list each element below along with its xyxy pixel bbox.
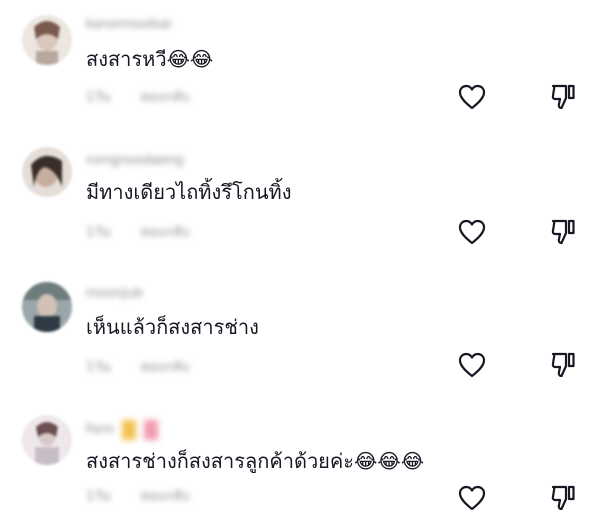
- decorative-emoji-icon: [144, 420, 159, 440]
- dislike-button[interactable]: [547, 216, 579, 248]
- avatar[interactable]: [22, 282, 72, 332]
- comment-text: เห็นแล้วก็สงสารช่าง: [86, 315, 259, 339]
- comment-text: สงสารช่างก็สงสารลูกค้าด้วยค่ะ😂😂😂: [86, 449, 425, 473]
- avatar[interactable]: [22, 15, 72, 65]
- comment-username[interactable]: nongnoodaeng: [86, 154, 184, 168]
- like-button[interactable]: [456, 482, 488, 514]
- comment-time: 1วัน: [86, 90, 111, 105]
- thumbs-down-outline-icon: [551, 219, 575, 245]
- comment-username-text[interactable]: Fern: [86, 423, 114, 438]
- reply-button[interactable]: ตอบกลับ: [141, 90, 190, 105]
- comment-text: มีทางเดียวไถทิ้งรึโกนทิ้ง: [86, 180, 292, 204]
- comment-item: moonjub เห็นแล้วก็สงสารช่าง 1วัน ตอบกลับ: [0, 270, 600, 400]
- comment-item: nongnoodaeng มีทางเดียวไถทิ้งรึโกนทิ้ง 1…: [0, 135, 600, 265]
- reply-button[interactable]: ตอบกลับ: [141, 489, 190, 504]
- reply-button[interactable]: ตอบกลับ: [141, 360, 190, 375]
- comment-item: kanomsodsai สงสารหวี😂😂 1วัน ตอบกลับ: [0, 0, 600, 130]
- comment-meta: 1วัน ตอบกลับ: [86, 225, 215, 241]
- avatar[interactable]: [22, 415, 72, 465]
- thumbs-down-outline-icon: [551, 352, 575, 378]
- comment-meta: 1วัน ตอบกลับ: [86, 489, 215, 505]
- dislike-button[interactable]: [547, 482, 579, 514]
- comment-time: 1วัน: [86, 360, 111, 375]
- comment-text: สงสารหวี😂😂: [86, 47, 214, 71]
- comment-item: Fern สงสารช่างก็สงสารลูกค้าด้วยค่ะ😂😂😂 1ว…: [0, 400, 600, 530]
- heart-outline-icon: [458, 485, 486, 511]
- comment-username[interactable]: moonjub: [86, 287, 143, 301]
- heart-outline-icon: [458, 352, 486, 378]
- reply-button[interactable]: ตอบกลับ: [141, 225, 190, 240]
- thumbs-down-outline-icon: [551, 485, 575, 511]
- decorative-emoji-icon: [122, 420, 137, 440]
- comment-meta: 1วัน ตอบกลับ: [86, 360, 215, 376]
- like-button[interactable]: [456, 216, 488, 248]
- heart-outline-icon: [458, 219, 486, 245]
- comment-username[interactable]: kanomsodsai: [86, 18, 171, 32]
- comment-time: 1วัน: [86, 225, 111, 240]
- comment-time: 1วัน: [86, 489, 111, 504]
- dislike-button[interactable]: [547, 349, 579, 381]
- comment-username: Fern: [86, 420, 159, 440]
- comment-meta: 1วัน ตอบกลับ: [86, 90, 215, 106]
- heart-outline-icon: [458, 84, 486, 110]
- thumbs-down-outline-icon: [551, 84, 575, 110]
- like-button[interactable]: [456, 349, 488, 381]
- avatar[interactable]: [22, 147, 72, 197]
- dislike-button[interactable]: [547, 81, 579, 113]
- like-button[interactable]: [456, 81, 488, 113]
